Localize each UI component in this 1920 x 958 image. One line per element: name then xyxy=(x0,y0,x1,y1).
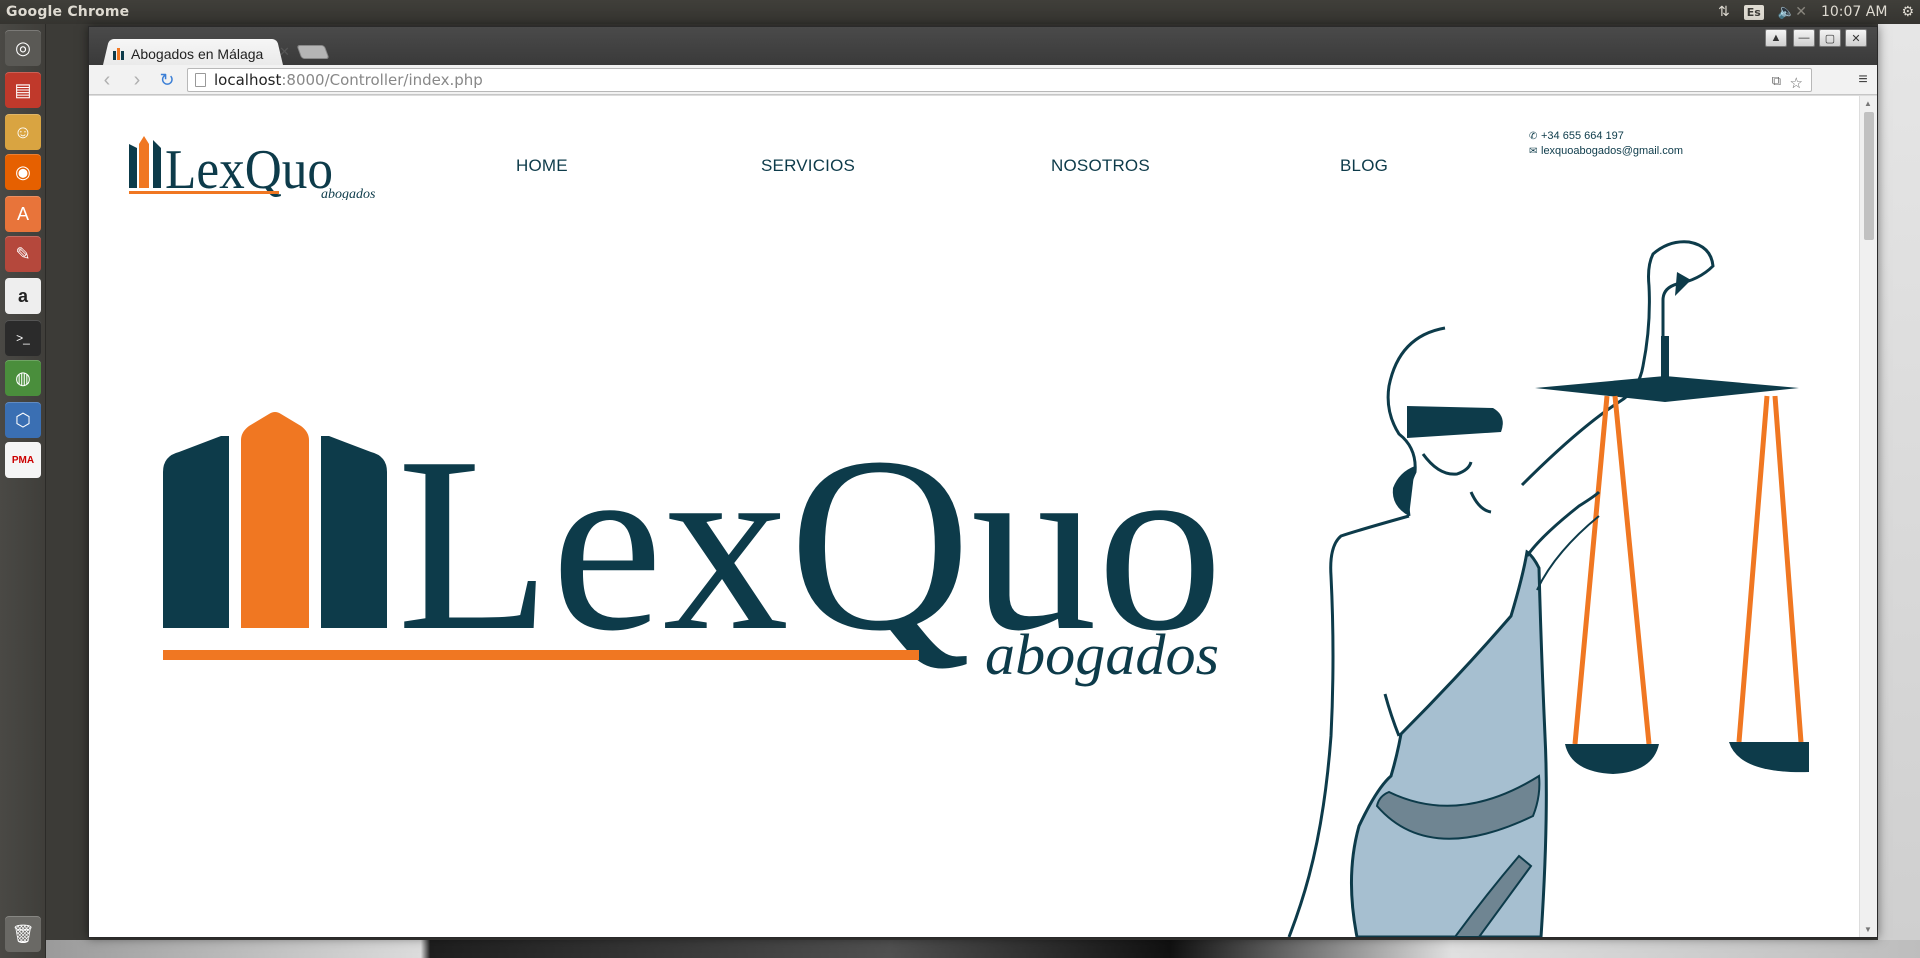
contact-email[interactable]: lexquoabogados@gmail.com xyxy=(1541,145,1683,157)
url-path: :8000/Controller/index.php xyxy=(281,71,483,89)
contact-email-row: ✉ lexquoabogados@gmail.com xyxy=(1529,144,1683,159)
page-icon xyxy=(195,73,206,87)
chrome-icon[interactable]: ◍ xyxy=(5,360,41,396)
lady-justice-illustration xyxy=(1287,240,1809,937)
scroll-up-arrow-icon[interactable]: ▲ xyxy=(1864,99,1872,108)
browser-toolbar: ‹ › ↻ localhost:8000/Controller/index.ph… xyxy=(89,65,1877,95)
active-tab-content[interactable]: Abogados en Málaga xyxy=(113,43,285,65)
nav-servicios-link[interactable]: SERVICIOS xyxy=(761,156,855,176)
maximize-button[interactable]: ▢ xyxy=(1819,29,1841,47)
ubuntu-one-icon[interactable]: ☺ xyxy=(5,114,41,150)
hero-logo-center-bar xyxy=(241,412,309,628)
header-logo-subtext: abogados xyxy=(321,187,375,200)
hero-logo-right-bar xyxy=(321,436,387,628)
hero-logo-underline xyxy=(163,650,919,660)
pma-icon[interactable]: PMA xyxy=(5,442,41,478)
nav-home-link[interactable]: HOME xyxy=(516,156,568,176)
firefox-icon[interactable]: ◉ xyxy=(5,154,41,190)
tab-strip: Abogados en Málaga ✕ ▲ — ▢ ✕ xyxy=(89,27,1877,65)
scroll-down-arrow-icon[interactable]: ▼ xyxy=(1864,925,1872,934)
minimize-button[interactable]: — xyxy=(1793,29,1815,47)
top-panel: Google Chrome ⇅ Es 🔈✕ 10:07 AM ⚙ xyxy=(0,0,1920,24)
address-bar[interactable]: localhost:8000/Controller/index.php ⧉ ☆ xyxy=(187,68,1812,92)
chrome-window: Abogados en Málaga ✕ ▲ — ▢ ✕ ‹ › ↻ local… xyxy=(88,26,1878,938)
software-center-icon[interactable]: A xyxy=(5,196,41,232)
envelope-icon: ✉ xyxy=(1529,146,1538,157)
hero-logo-left-bar xyxy=(163,436,229,628)
close-window-button[interactable]: ✕ xyxy=(1845,29,1867,47)
sound-muted-icon[interactable]: 🔈✕ xyxy=(1778,4,1807,20)
scrollbar-thumb[interactable] xyxy=(1864,112,1874,240)
contact-phone-row: ✆ +34 655 664 197 xyxy=(1529,129,1683,144)
reload-icon[interactable]: ↻ xyxy=(155,68,179,92)
keyboard-layout-indicator[interactable]: Es xyxy=(1743,4,1764,20)
launcher: ◎ ▤ ☺ ◉ A ✎ a >_ ◍ ⬡ PMA 🗑 xyxy=(0,24,46,958)
web-page: LexQuo abogados HOME SERVICIOS NOSOTROS … xyxy=(89,96,1859,937)
nav-blog-link[interactable]: BLOG xyxy=(1340,156,1388,176)
settings-gear-icon[interactable]: ⚙ xyxy=(1901,4,1914,20)
profile-icon[interactable]: ▲ xyxy=(1765,29,1787,47)
bookmark-star-icon[interactable]: ☆ xyxy=(1790,74,1803,92)
trash-icon[interactable]: 🗑 xyxy=(5,916,41,952)
amazon-icon[interactable]: a xyxy=(5,278,41,314)
network-icon[interactable]: ⇅ xyxy=(1718,4,1730,20)
files-icon[interactable]: ▤ xyxy=(5,72,41,108)
new-tab-button[interactable] xyxy=(296,45,330,59)
dash-home-icon[interactable]: ◎ xyxy=(5,30,41,66)
terminal-icon[interactable]: >_ xyxy=(5,320,41,356)
tab-close-icon[interactable]: ✕ xyxy=(279,44,290,60)
forward-arrow-icon[interactable]: › xyxy=(125,68,149,92)
back-arrow-icon[interactable]: ‹ xyxy=(95,68,119,92)
indicator-area: ⇅ Es 🔈✕ 10:07 AM ⚙ xyxy=(1718,0,1914,24)
header-logo-text: LexQuo xyxy=(165,139,333,200)
lexquo-favicon-icon xyxy=(113,48,125,60)
clock[interactable]: 10:07 AM xyxy=(1821,4,1887,20)
virtualbox-icon[interactable]: ⬡ xyxy=(5,402,41,438)
desktop-background-strip xyxy=(46,940,1920,958)
system-settings-icon[interactable]: ✎ xyxy=(5,236,41,272)
phone-icon: ✆ xyxy=(1529,131,1538,142)
hero-logo-subtext: abogados xyxy=(985,622,1219,687)
header-logo[interactable]: LexQuo abogados xyxy=(127,132,375,200)
active-app-title: Google Chrome xyxy=(6,4,130,20)
chrome-menu-icon[interactable]: ≡ xyxy=(1851,68,1875,92)
url-host: localhost xyxy=(214,71,282,89)
page-scrollbar[interactable]: ▲ ▼ xyxy=(1859,96,1877,937)
nav-nosotros-link[interactable]: NOSOTROS xyxy=(1051,156,1150,176)
tab-title: Abogados en Málaga xyxy=(131,46,264,62)
contact-info: ✆ +34 655 664 197 ✉ lexquoabogados@gmail.c… xyxy=(1529,129,1683,159)
translate-icon[interactable]: ⧉ xyxy=(1772,74,1781,89)
contact-phone[interactable]: +34 655 664 197 xyxy=(1541,130,1624,142)
desktop-background xyxy=(1878,24,1920,940)
hero-logo: LexQuo abogados xyxy=(163,406,1223,687)
